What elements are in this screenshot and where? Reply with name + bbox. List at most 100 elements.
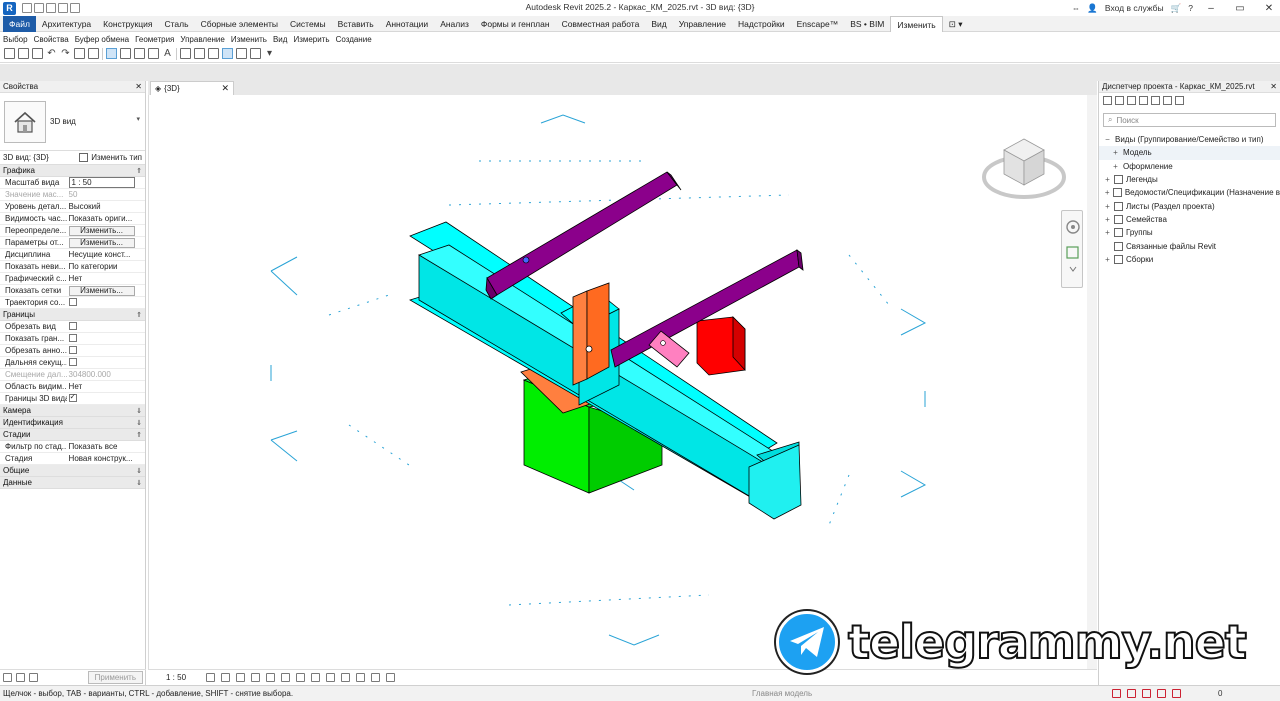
collapse-toggle-icon[interactable]: ⇓ bbox=[136, 479, 142, 487]
dimension-icon[interactable] bbox=[148, 48, 159, 59]
browser-item[interactable]: + Группы bbox=[1099, 226, 1280, 239]
browser-item[interactable]: + Семейства bbox=[1099, 213, 1280, 226]
checkbox[interactable] bbox=[68, 297, 77, 306]
tab-5[interactable]: Системы bbox=[284, 16, 332, 32]
detail-level-icon[interactable] bbox=[206, 673, 216, 682]
select-links-icon[interactable] bbox=[1112, 689, 1121, 698]
analytical-model-icon[interactable] bbox=[371, 673, 381, 682]
undo-icon[interactable]: ↶ bbox=[46, 48, 57, 59]
checkbox[interactable] bbox=[68, 321, 77, 330]
scale-input[interactable]: 1 : 50 bbox=[68, 177, 135, 188]
property-value[interactable]: Нет bbox=[67, 382, 145, 391]
redo-icon[interactable] bbox=[70, 3, 80, 13]
sync-icon[interactable] bbox=[32, 48, 43, 59]
panel-label-2[interactable]: Буфер обмена bbox=[72, 35, 132, 44]
filter-icon[interactable] bbox=[29, 673, 38, 682]
tab-6[interactable]: Вставить bbox=[332, 16, 380, 32]
groups-icon[interactable] bbox=[1151, 95, 1160, 105]
tab-2[interactable]: Конструкция bbox=[97, 16, 158, 32]
expand-toggle-icon[interactable]: + bbox=[1103, 188, 1111, 197]
property-value[interactable] bbox=[67, 333, 145, 344]
expand-toggle-icon[interactable]: + bbox=[1111, 162, 1120, 171]
select-by-face-icon[interactable] bbox=[1157, 689, 1166, 698]
expand-toggle-icon[interactable]: + bbox=[1103, 255, 1112, 264]
tab-12[interactable]: Управление bbox=[673, 16, 732, 32]
close-inactive-icon[interactable] bbox=[250, 48, 261, 59]
property-value[interactable]: Нет bbox=[67, 274, 145, 283]
collapse-toggle-icon[interactable]: ⇓ bbox=[136, 407, 142, 415]
collapse-toggle-icon[interactable]: ⇓ bbox=[136, 467, 142, 475]
text-tool-icon[interactable]: A bbox=[162, 48, 173, 59]
select-pinned-icon[interactable] bbox=[1142, 689, 1151, 698]
property-value[interactable]: 1 : 50 bbox=[67, 177, 145, 188]
property-group-header[interactable]: Графика ⇑ bbox=[0, 165, 145, 177]
tile-views-icon[interactable] bbox=[236, 48, 247, 59]
panel-label-5[interactable]: Изменить bbox=[228, 35, 270, 44]
tab-8[interactable]: Анализ bbox=[434, 16, 475, 32]
property-group-header[interactable]: Границы ⇑ bbox=[0, 309, 145, 321]
revit-logo-icon[interactable]: R bbox=[3, 1, 16, 15]
property-value[interactable] bbox=[67, 345, 145, 356]
settings-icon[interactable] bbox=[1175, 95, 1184, 105]
panel-label-0[interactable]: Выбор bbox=[0, 35, 31, 44]
property-value[interactable] bbox=[67, 393, 145, 404]
panel-label-4[interactable]: Управление bbox=[177, 35, 227, 44]
search-help-icon[interactable]: ⇔ bbox=[1072, 3, 1081, 13]
collapse-toggle-icon[interactable]: ⇓ bbox=[136, 419, 142, 427]
browser-item[interactable]: + Ведомости/Спецификации (Назначение в bbox=[1099, 186, 1280, 199]
type-selector[interactable]: 3D вид ▾ bbox=[0, 93, 145, 151]
property-value[interactable]: Несущие конст... bbox=[67, 250, 145, 259]
edit-button[interactable]: Изменить... bbox=[68, 285, 135, 296]
alpha-sort-icon[interactable] bbox=[16, 673, 25, 682]
close-icon[interactable]: ✕ bbox=[135, 82, 142, 91]
chevron-down-icon[interactable]: ▾ bbox=[136, 115, 140, 123]
property-group-header[interactable]: Данные ⇓ bbox=[0, 477, 145, 489]
show-crop-icon[interactable] bbox=[296, 673, 306, 682]
tab-10[interactable]: Совместная работа bbox=[556, 16, 646, 32]
model-drawing[interactable] bbox=[149, 95, 1097, 669]
property-value[interactable]: Показать все bbox=[67, 442, 145, 451]
view-3d-icon[interactable] bbox=[180, 48, 191, 59]
filter-count[interactable]: 0 bbox=[1218, 689, 1222, 698]
property-value[interactable]: Изменить... bbox=[67, 225, 145, 236]
cart-icon[interactable]: 🛒 bbox=[1171, 3, 1182, 14]
temp-props-icon[interactable] bbox=[356, 673, 366, 682]
collapse-toggle-icon[interactable]: ⇑ bbox=[136, 311, 142, 319]
viewport-3d[interactable] bbox=[148, 95, 1097, 669]
sheets-icon[interactable] bbox=[1115, 95, 1124, 105]
close-icon[interactable]: ✕ bbox=[1270, 82, 1277, 91]
render-icon[interactable] bbox=[266, 673, 276, 682]
undo-icon[interactable] bbox=[58, 3, 68, 13]
browser-item[interactable]: − Виды (Группирование/Семейство и тип) bbox=[1099, 133, 1280, 146]
match-type-icon[interactable] bbox=[120, 48, 131, 59]
thin-lines-icon[interactable] bbox=[208, 48, 219, 59]
tab-3d-view[interactable]: ◈ {3D} ✕ bbox=[150, 81, 234, 95]
maximize-button[interactable]: ▭ bbox=[1229, 3, 1251, 14]
property-group-header[interactable]: Стадии ⇑ bbox=[0, 429, 145, 441]
schedules-icon[interactable] bbox=[1127, 95, 1136, 105]
lock-view-icon[interactable] bbox=[311, 673, 321, 682]
highlight-displacement-icon[interactable] bbox=[386, 673, 396, 682]
sun-path-icon[interactable] bbox=[236, 673, 246, 682]
checkbox[interactable] bbox=[68, 393, 77, 402]
property-value[interactable]: Новая конструк... bbox=[67, 454, 145, 463]
browser-search-input[interactable]: ⌕ Поиск bbox=[1103, 113, 1276, 127]
edit-button[interactable]: Изменить... bbox=[68, 237, 135, 248]
panel-label-1[interactable]: Свойства bbox=[31, 35, 72, 44]
browser-item[interactable]: + Оформление bbox=[1099, 160, 1280, 173]
edit-type-button[interactable]: Изменить тип bbox=[79, 153, 142, 162]
view-scale[interactable]: 1 : 50 bbox=[166, 673, 186, 682]
expand-toggle-icon[interactable]: + bbox=[1103, 215, 1112, 224]
property-value[interactable]: Изменить... bbox=[67, 285, 145, 296]
tab-15[interactable]: BS • BIM bbox=[844, 16, 890, 32]
view-cube-icon[interactable] bbox=[979, 125, 1069, 205]
browser-item[interactable]: + Легенды bbox=[1099, 173, 1280, 186]
property-value[interactable] bbox=[67, 321, 145, 332]
property-value[interactable] bbox=[67, 297, 145, 308]
property-group-header[interactable]: Камера ⇓ bbox=[0, 405, 145, 417]
shadows-icon[interactable] bbox=[251, 673, 261, 682]
panel-label-7[interactable]: Измерить bbox=[290, 35, 332, 44]
panel-label-3[interactable]: Геометрия bbox=[132, 35, 177, 44]
links-icon[interactable] bbox=[1163, 95, 1172, 105]
close-hidden-icon[interactable] bbox=[88, 48, 99, 59]
